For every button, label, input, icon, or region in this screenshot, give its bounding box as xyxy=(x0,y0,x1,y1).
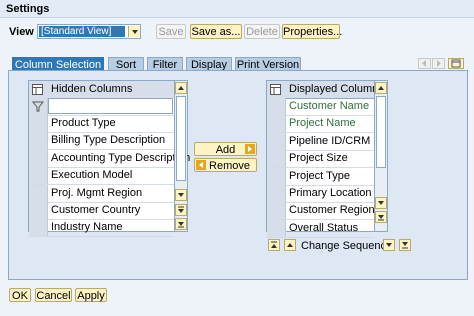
settings-grid-icon[interactable] xyxy=(32,84,43,98)
cancel-button[interactable]: Cancel xyxy=(35,288,72,302)
delete-button[interactable]: Delete xyxy=(244,24,280,39)
row-selector[interactable] xyxy=(267,167,286,185)
add-button[interactable]: Add xyxy=(194,142,257,156)
row-selector[interactable] xyxy=(267,98,286,115)
settings-grid-icon[interactable] xyxy=(270,84,281,98)
row-selector[interactable] xyxy=(29,202,48,219)
row-selector[interactable] xyxy=(267,132,286,150)
row-selector[interactable] xyxy=(267,115,286,133)
change-sequence-label: Change Sequence xyxy=(301,240,393,252)
displayed-columns-title: Displayed Columns xyxy=(289,83,384,95)
list-item[interactable]: Billing Type Description xyxy=(29,132,174,151)
scroll-up-icon[interactable] xyxy=(175,82,187,94)
scroll-up-icon[interactable] xyxy=(375,82,387,94)
row-selector[interactable] xyxy=(29,149,48,167)
list-item[interactable]: Customer Name xyxy=(267,98,374,116)
scroll-down-icon[interactable] xyxy=(375,197,387,209)
window-title: Settings xyxy=(6,3,50,15)
list-item-label: Customer Name xyxy=(289,100,370,112)
move-up-icon[interactable] xyxy=(284,239,296,251)
hidden-filter-input[interactable] xyxy=(48,98,173,114)
view-dropdown[interactable]: [Standard View] xyxy=(37,24,141,39)
save-button[interactable]: Save xyxy=(156,24,186,39)
list-item[interactable]: Overall Status xyxy=(267,219,374,238)
apply-button[interactable]: Apply xyxy=(75,288,107,302)
list-item-label: Overall Status xyxy=(289,221,359,234)
tab-column-selection[interactable]: Column Selection xyxy=(12,57,104,71)
scroll-end-icon[interactable] xyxy=(175,218,187,230)
list-item-label: Billing Type Description xyxy=(51,134,166,147)
scroll-bottom-icon[interactable] xyxy=(175,204,187,216)
list-item-label: Product Type xyxy=(51,117,116,129)
list-item[interactable]: Project Size xyxy=(267,150,374,169)
list-item[interactable]: Customer Region xyxy=(267,202,375,221)
list-item[interactable]: Execution Model xyxy=(29,167,174,186)
properties-button[interactable]: Properties... xyxy=(282,24,342,39)
row-selector[interactable] xyxy=(267,202,286,220)
list-item-label: Project Name xyxy=(289,117,356,130)
row-selector[interactable] xyxy=(267,150,286,168)
view-selected-value: [Standard View] xyxy=(39,26,125,37)
row-selector[interactable] xyxy=(29,115,48,132)
displayed-columns-table: Displayed Columns Customer Name Project N… xyxy=(266,80,388,238)
list-item-label: Execution Model xyxy=(51,169,133,182)
view-label: View xyxy=(9,26,34,38)
remove-label: Remove xyxy=(209,160,250,172)
row-selector[interactable] xyxy=(29,167,48,185)
row-selector[interactable] xyxy=(29,219,48,237)
list-item[interactable]: Project Name xyxy=(267,115,374,134)
list-item-label: Pipeline ID/CRM ID xyxy=(289,134,385,147)
tab-sort[interactable]: Sort xyxy=(108,57,144,71)
hidden-filter-row xyxy=(29,98,174,116)
list-item[interactable]: Accounting Type Description xyxy=(29,149,190,168)
list-item-label: Project Type xyxy=(289,169,350,182)
displayed-scrollbar[interactable] xyxy=(374,81,387,231)
list-item[interactable]: Industry Name xyxy=(29,219,174,238)
list-item[interactable]: Pipeline ID/CRM ID xyxy=(267,132,384,151)
row-selector[interactable] xyxy=(267,219,286,237)
tab-print-version[interactable]: Print Version xyxy=(235,57,301,71)
tab-scroll-right-icon[interactable] xyxy=(432,58,445,69)
list-item-label: Customer Region xyxy=(289,204,375,217)
chevron-down-icon[interactable] xyxy=(128,26,140,37)
list-item[interactable]: Proj. Mgmt Region xyxy=(29,184,174,203)
list-item[interactable]: Customer Country xyxy=(29,202,174,220)
list-item[interactable]: Primary Location xyxy=(267,185,374,203)
tab-filter[interactable]: Filter xyxy=(147,57,183,71)
move-down-icon[interactable] xyxy=(383,239,395,251)
list-item-label: Customer Country xyxy=(51,204,141,216)
list-item-label: Accounting Type Description xyxy=(51,151,191,164)
scroll-thumb[interactable] xyxy=(376,96,386,168)
list-item-label: Industry Name xyxy=(51,221,123,234)
add-label: Add xyxy=(215,144,236,156)
hidden-scrollbar[interactable] xyxy=(174,81,187,231)
hidden-columns-title: Hidden Columns xyxy=(51,83,133,95)
remove-button[interactable]: Remove xyxy=(194,158,257,172)
filter-icon[interactable] xyxy=(29,98,48,115)
row-selector[interactable] xyxy=(267,185,286,202)
row-selector[interactable] xyxy=(29,132,48,150)
hidden-columns-table: Hidden Columns Product Type Billing Type … xyxy=(28,80,190,238)
title-bar: Settings xyxy=(0,0,474,18)
tab-display[interactable]: Display xyxy=(186,57,232,71)
list-item[interactable]: Product Type xyxy=(29,115,174,133)
arrow-right-icon xyxy=(245,144,255,154)
scroll-thumb[interactable] xyxy=(176,96,186,181)
hidden-columns-header: Hidden Columns xyxy=(29,81,174,99)
list-item-label: Proj. Mgmt Region xyxy=(51,186,143,199)
displayed-columns-header: Displayed Columns xyxy=(267,81,384,99)
arrow-left-icon xyxy=(196,160,206,170)
move-to-bottom-icon[interactable] xyxy=(399,239,411,251)
list-item[interactable]: Project Type xyxy=(267,167,374,186)
list-item-label: Project Size xyxy=(289,152,348,165)
ok-button[interactable]: OK xyxy=(9,288,31,302)
list-item-label: Primary Location xyxy=(289,187,372,199)
row-selector[interactable] xyxy=(29,184,48,202)
save-as-button[interactable]: Save as... xyxy=(190,24,242,39)
tab-list-icon[interactable] xyxy=(448,58,464,69)
move-to-top-icon[interactable] xyxy=(268,239,280,251)
tab-scroll-left-icon[interactable] xyxy=(418,58,431,69)
scroll-down-icon[interactable] xyxy=(175,189,187,201)
scroll-end-icon[interactable] xyxy=(375,211,387,223)
